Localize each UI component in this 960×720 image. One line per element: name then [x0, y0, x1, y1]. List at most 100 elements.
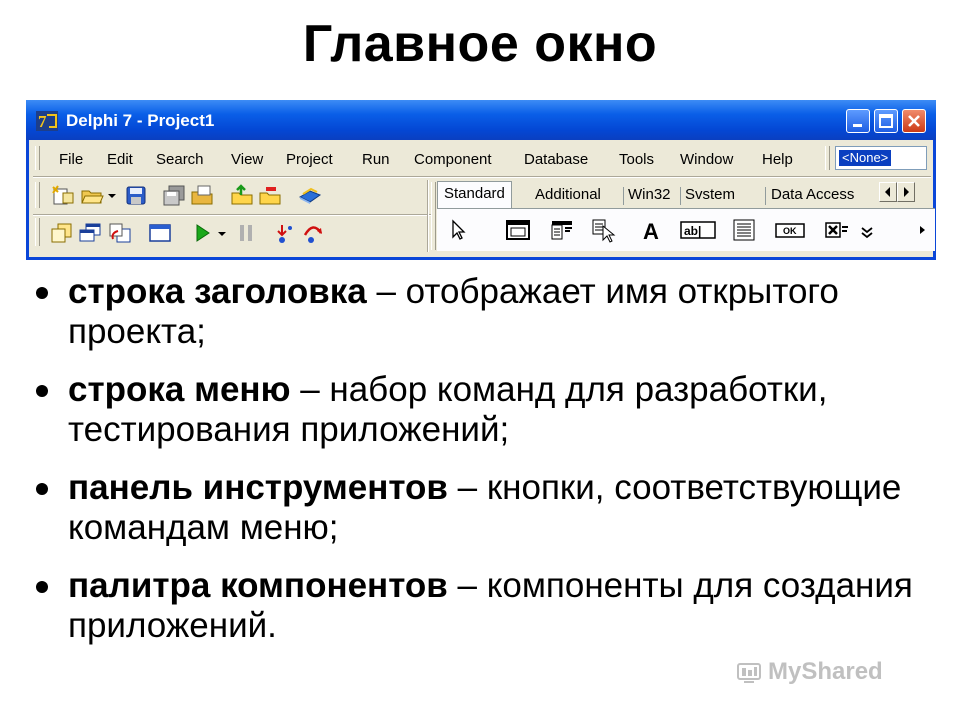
- label-icon: A: [643, 219, 659, 244]
- add-file-button[interactable]: [229, 183, 255, 207]
- maximize-icon: [879, 114, 893, 128]
- edit-icon: ab|: [680, 221, 716, 239]
- more-icon: [861, 227, 873, 239]
- help-contents-button[interactable]: [297, 183, 323, 207]
- tab-divider: [680, 187, 681, 205]
- scroll-right-icon: [920, 226, 925, 234]
- palette-grip[interactable]: [431, 182, 436, 250]
- component-mainmenu[interactable]: [547, 216, 577, 244]
- pause-button[interactable]: [233, 221, 259, 245]
- open-project-button[interactable]: [189, 183, 215, 207]
- toolbar-separator: [33, 214, 431, 216]
- component-palette: A ab| OK: [437, 208, 935, 251]
- component-button[interactable]: OK: [773, 216, 809, 244]
- bullet-item: строка меню – набор команд для разработк…: [30, 370, 950, 450]
- menu-search[interactable]: Search: [156, 151, 204, 168]
- tabs-scroll-left-button[interactable]: [879, 182, 897, 202]
- add-file-icon: [231, 184, 253, 205]
- component-frame[interactable]: [503, 216, 533, 244]
- menu-file[interactable]: File: [59, 151, 83, 168]
- menu-component[interactable]: Component: [414, 151, 492, 168]
- tab-win32[interactable]: Win32: [628, 183, 671, 207]
- bullet-item: панель инструментов – кнопки, соответств…: [30, 468, 950, 548]
- minimize-button[interactable]: [846, 109, 870, 133]
- component-memo[interactable]: [729, 216, 759, 244]
- tabs-scroll-right-button[interactable]: [897, 182, 915, 202]
- step-over-icon: [303, 226, 323, 243]
- save-all-button[interactable]: [161, 183, 187, 207]
- slide-title: Главное окно: [302, 15, 658, 73]
- save-icon: [126, 186, 146, 205]
- open-project-icon: [191, 185, 213, 205]
- checkbox-icon: [825, 222, 848, 238]
- menu-database[interactable]: Database: [524, 151, 588, 168]
- save-button[interactable]: [123, 183, 149, 207]
- step-over-button[interactable]: [301, 221, 327, 245]
- more-components-button[interactable]: [857, 216, 877, 244]
- tab-divider: [765, 187, 766, 205]
- dropdown-arrow-icon: [218, 232, 226, 236]
- component-label[interactable]: A: [637, 216, 667, 244]
- popupmenu-icon: [592, 219, 616, 243]
- component-popupmenu[interactable]: [589, 216, 619, 244]
- help-book-icon: [298, 187, 322, 204]
- window-title: Delphi 7 - Project1: [66, 111, 215, 130]
- remove-file-icon: [259, 187, 281, 205]
- palette-scroll-right-button[interactable]: [913, 216, 933, 244]
- title-bar[interactable]: 7 Delphi 7 - Project1: [26, 100, 936, 140]
- run-button[interactable]: [189, 221, 215, 245]
- svg-text:A: A: [643, 219, 659, 244]
- combo-grip[interactable]: [825, 146, 830, 170]
- open-dropdown-button[interactable]: [105, 183, 119, 207]
- tab-system[interactable]: Svstem: [685, 183, 735, 207]
- tab-standard[interactable]: Standard: [437, 181, 512, 209]
- delphi-main-window: 7 Delphi 7 - Project1 File Edit Search V…: [26, 100, 936, 260]
- bullet-term: палитра компонентов: [68, 566, 448, 605]
- desktop-config-combo[interactable]: <None>: [835, 146, 927, 170]
- run-dropdown-button[interactable]: [215, 221, 229, 245]
- bullet-term: строка меню: [68, 370, 291, 409]
- maximize-button[interactable]: [874, 109, 898, 133]
- pointer-icon: [452, 219, 466, 240]
- pointer-tool[interactable]: [443, 216, 473, 244]
- open-button[interactable]: [79, 183, 105, 207]
- menu-tools[interactable]: Tools: [619, 151, 654, 168]
- toggle-form-unit-button[interactable]: [107, 221, 133, 245]
- menu-run[interactable]: Run: [362, 151, 390, 168]
- delphi-7-icon: 7: [36, 111, 58, 131]
- tab-additional[interactable]: Additional: [535, 183, 601, 207]
- bullet-item: палитра компонентов – компоненты для соз…: [30, 566, 950, 646]
- memo-icon: [733, 219, 755, 241]
- toolbar-grip-2[interactable]: [35, 218, 40, 246]
- bullet-item: строка заголовка – отображает имя открыт…: [30, 272, 950, 352]
- component-checkbox[interactable]: [821, 216, 851, 244]
- close-button[interactable]: [902, 109, 926, 133]
- view-form-button[interactable]: [77, 221, 103, 245]
- view-unit-button[interactable]: [49, 221, 75, 245]
- config-combo-value: <None>: [839, 150, 892, 166]
- new-form-button[interactable]: [147, 221, 173, 245]
- menu-help[interactable]: Help: [762, 151, 793, 168]
- view-unit-icon: [51, 223, 72, 243]
- component-edit[interactable]: ab|: [679, 216, 719, 244]
- arrow-left-icon: [885, 187, 890, 197]
- trace-into-button[interactable]: [273, 221, 299, 245]
- remove-file-button[interactable]: [257, 183, 283, 207]
- new-items-button[interactable]: [49, 183, 75, 207]
- myshared-logo-icon: [737, 663, 761, 683]
- svg-text:7: 7: [38, 112, 47, 131]
- menu-separator: [33, 176, 931, 178]
- tab-data-access[interactable]: Data Access: [771, 183, 854, 207]
- button-icon: OK: [775, 223, 805, 238]
- close-icon: [908, 115, 920, 127]
- dropdown-arrow-icon: [108, 194, 116, 198]
- menu-edit[interactable]: Edit: [107, 151, 133, 168]
- toolbar-grip-1[interactable]: [35, 182, 40, 208]
- mainmenu-icon: [551, 221, 572, 240]
- menu-window[interactable]: Window: [680, 151, 733, 168]
- menu-view[interactable]: View: [231, 151, 263, 168]
- watermark-text: MyShared: [768, 658, 883, 685]
- run-icon: [196, 224, 210, 242]
- menu-project[interactable]: Project: [286, 151, 333, 168]
- new-form-icon: [149, 224, 171, 242]
